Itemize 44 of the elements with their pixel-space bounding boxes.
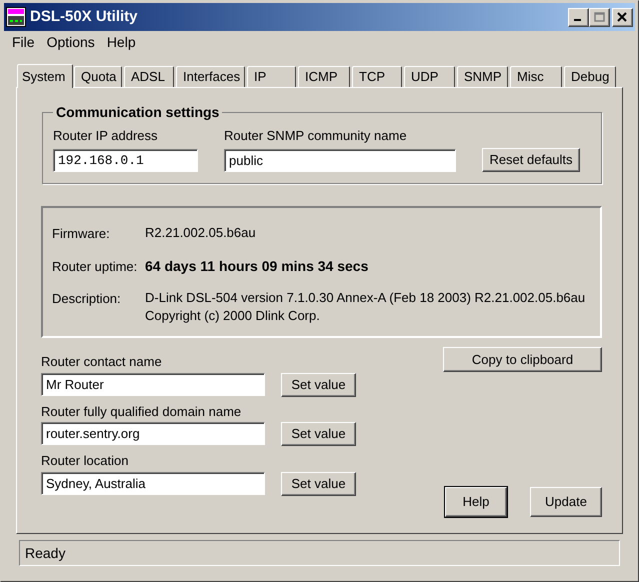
menu-item[interactable]: Help [100, 32, 142, 52]
app-icon [6, 7, 26, 27]
info-value: D-Link DSL-504 version 7.1.0.30 Annex-A (Feb 18 2003) R2.21.002.05.b6au Copyright (c) 2000 Dlink Corp. [145, 289, 586, 325]
maximize-icon[interactable] [589, 8, 610, 26]
tab[interactable]: UDP [404, 66, 455, 87]
minimize-icon[interactable] [568, 8, 589, 26]
tab[interactable]: Interfaces [176, 66, 245, 87]
tab[interactable]: Debug [564, 66, 616, 87]
close-icon[interactable] [612, 8, 633, 26]
input-field[interactable]: public [224, 148, 456, 172]
menu-item[interactable]: Options [40, 32, 101, 52]
menu-item[interactable]: File [6, 32, 41, 52]
tab[interactable]: SNMP [457, 66, 508, 87]
input-field[interactable]: router.sentry.org [41, 422, 265, 445]
tab[interactable]: System [17, 64, 73, 88]
copy-button[interactable]: Copy to clipboard [443, 347, 602, 372]
tab[interactable]: ADSL [124, 66, 174, 87]
info-label: Router uptime: [52, 258, 138, 276]
set-value-button[interactable]: Set value [281, 372, 356, 396]
set-value-button[interactable]: Set value [281, 422, 356, 446]
tab[interactable]: TCP [352, 66, 402, 87]
update-button[interactable]: Update [530, 487, 602, 517]
info-value: 64 days 11 hours 09 mins 34 secs [145, 256, 368, 276]
field-label: Router SNMP community name [224, 127, 408, 145]
status-text: Ready [25, 544, 66, 563]
info-label: Firmware: [52, 225, 111, 243]
input-field[interactable]: Sydney, Australia [41, 472, 265, 494]
set-value-button[interactable]: Set value [281, 472, 356, 496]
tab[interactable]: ICMP [298, 66, 350, 87]
field-label: Router IP address [53, 127, 159, 145]
input-field[interactable]: 192.168.0.1 [53, 148, 198, 172]
help-button[interactable]: Help [445, 487, 507, 517]
window-title: DSL-50X Utility [30, 6, 139, 27]
tab[interactable]: Misc [510, 66, 562, 87]
reset-defaults-button[interactable]: Reset defaults [482, 148, 580, 172]
tab[interactable]: Quota [74, 66, 122, 87]
info-value: R2.21.002.05.b6au [145, 224, 256, 242]
tab[interactable]: IP [247, 66, 296, 87]
field-label: Router contact name [41, 353, 163, 371]
field-label: Router fully qualified domain name [41, 402, 242, 421]
field-label: Router location [41, 452, 130, 470]
group-title: Communication settings [55, 103, 220, 122]
info-label: Description: [52, 290, 122, 308]
input-field[interactable]: Mr Router [41, 372, 265, 396]
